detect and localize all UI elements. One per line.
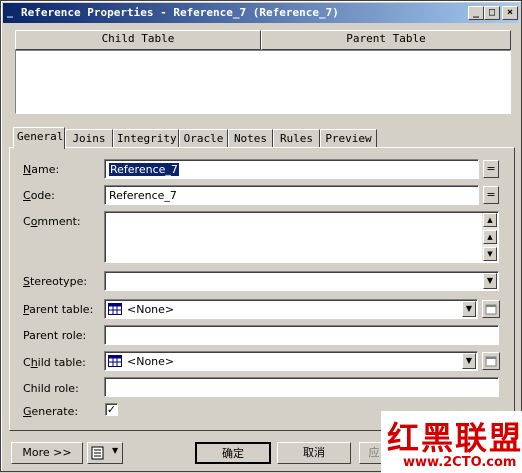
code-input-value: Reference_7 [109,189,177,202]
name-code-sync-button[interactable]: = [483,160,499,178]
child-table-select[interactable]: <None> ▼ [104,351,478,371]
menu-dropdown-button[interactable]: ▼ [87,442,123,464]
scroll-down-icon[interactable]: ▼ [483,247,497,261]
parent-table-properties-button[interactable] [482,300,500,318]
code-name-sync-button[interactable]: = [483,186,499,204]
table-icon [108,355,122,367]
comment-label: Comment: [23,215,81,228]
name-input-value: Reference_7 [109,163,179,176]
reference-properties-window: _ Reference Properties - Reference_7 (Re… [0,0,522,473]
generate-checkbox[interactable]: ✓ [105,403,118,416]
close-button[interactable]: × [502,6,518,20]
tab-rules[interactable]: Rules [273,129,320,147]
name-label: Name: [23,163,60,176]
chevron-down-icon[interactable]: ▼ [483,273,497,289]
column-header-parent-table[interactable]: Parent Table [261,30,511,50]
site-watermark: 红黑联盟 www.2CTO.com [381,411,522,473]
generate-label: Generate: [23,405,79,418]
scroll-mid-icon[interactable]: ▲ [483,230,497,244]
child-role-label: Child role: [23,382,79,395]
watermark-logo-text: 红黑联盟 [387,419,522,457]
stereotype-label: Stereotype: [23,275,88,288]
title-bar[interactable]: _ Reference Properties - Reference_7 (Re… [3,3,519,23]
tab-general[interactable]: General [13,127,65,149]
table-icon [108,303,122,315]
parent-table-select[interactable]: <None> ▼ [104,299,478,319]
table-body[interactable] [15,50,511,114]
window-menu-icon[interactable]: _ [7,7,19,19]
cancel-button[interactable]: 取消 [277,442,351,464]
child-table-label: Child table: [23,356,86,369]
tab-notes[interactable]: Notes [228,129,273,147]
chevron-down-icon: ▼ [112,446,119,455]
child-table-value: <None> [127,355,175,368]
list-icon [91,446,104,460]
tab-integrity[interactable]: Integrity [113,129,179,147]
name-label-rest: ame: [31,163,60,176]
stereotype-select[interactable]: ▼ [104,271,499,291]
chevron-down-icon[interactable]: ▼ [462,353,476,369]
column-header-child-table[interactable]: Child Table [15,30,261,50]
parent-table-label: Parent table: [23,303,94,316]
tab-joins[interactable]: Joins [65,129,113,147]
minimize-button[interactable]: _ [468,6,484,20]
tab-oracle[interactable]: Oracle [179,129,228,147]
child-role-input[interactable] [104,377,499,397]
comment-textarea[interactable]: ▲ ▲ ▼ [104,211,499,263]
window-title: Reference Properties - Reference_7 (Refe… [21,6,339,19]
parent-role-label: Parent role: [23,329,87,342]
name-input[interactable]: Reference_7 [104,159,479,179]
child-table-properties-button[interactable] [482,352,500,370]
properties-icon [485,356,497,367]
parent-table-value: <None> [127,303,175,316]
watermark-url: www.2CTO.com [403,455,517,470]
maximize-button[interactable]: □ [484,6,500,20]
code-input[interactable]: Reference_7 [104,185,479,205]
properties-icon [485,304,497,315]
scroll-up-icon[interactable]: ▲ [483,213,497,227]
more-button[interactable]: More >> [11,442,83,464]
ok-button[interactable]: 确定 [195,442,271,464]
parent-role-input[interactable] [104,325,499,345]
code-label: Code: [23,189,55,202]
chevron-down-icon[interactable]: ▼ [462,301,476,317]
tab-preview[interactable]: Preview [320,129,377,147]
